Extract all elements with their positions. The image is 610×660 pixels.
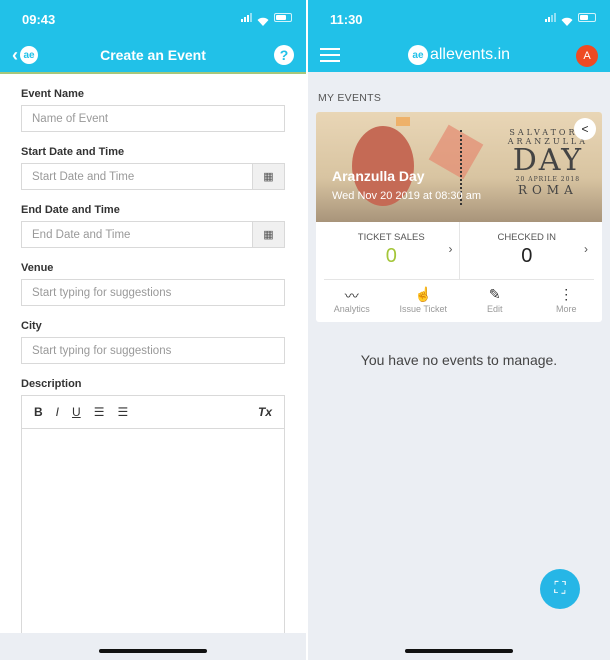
brand-name: allevents.in: [429, 46, 511, 63]
more-button[interactable]: ⋮ More: [531, 280, 603, 322]
event-card[interactable]: SALVATORE ARANZULLA DAY 20 APRILE 2018 R…: [316, 112, 602, 322]
avatar[interactable]: A: [576, 45, 598, 67]
start-date-input[interactable]: Start Date and Time ▦: [21, 163, 285, 190]
poster-line: ROMA: [517, 183, 578, 197]
stat-value: 0: [521, 245, 533, 267]
poster-line: 20 APRILE 2018: [515, 176, 581, 183]
event-actions: 〰 Analytics ☝ Issue Ticket ✎ Edit ⋮ More: [316, 280, 602, 322]
issue-ticket-icon: ☝: [414, 286, 432, 302]
stat-value: 0: [385, 245, 397, 267]
status-time: 09:43: [22, 12, 56, 27]
pencil-icon: ✎: [488, 286, 501, 302]
editor-toolbar: B I U ☰ ☰ Tx: [22, 396, 284, 429]
clear-format-button[interactable]: Tx: [258, 405, 272, 419]
start-date-placeholder: Start Date and Time: [32, 170, 135, 183]
home-indicator[interactable]: [405, 649, 513, 653]
start-date-label: Start Date and Time: [21, 146, 125, 158]
end-date-input[interactable]: End Date and Time ▦: [21, 221, 285, 248]
battery-icon: [274, 13, 292, 22]
calendar-icon[interactable]: ▦: [252, 164, 284, 189]
decor-shape: [396, 117, 410, 126]
chevron-right-icon: ›: [584, 242, 588, 256]
my-events-screen: 11:30 ae allevents.in A MY EVENTS SALVAT…: [308, 0, 610, 660]
venue-input[interactable]: Start typing for suggestions: [21, 279, 285, 306]
bold-button[interactable]: B: [34, 405, 43, 419]
wifi-icon: [257, 13, 269, 26]
event-poster: SALVATORE ARANZULLA DAY 20 APRILE 2018 R…: [508, 128, 588, 197]
city-label: City: [21, 320, 42, 332]
ticket-sales-stat[interactable]: TICKET SALES 0 ›: [324, 222, 459, 279]
app-bar: ae allevents.in A: [308, 38, 610, 72]
description-editor[interactable]: B I U ☰ ☰ Tx: [21, 395, 285, 655]
ordered-list-button[interactable]: ☰: [94, 405, 105, 419]
action-label: Edit: [486, 304, 503, 314]
action-label: More: [555, 304, 577, 314]
event-name-label: Event Name: [21, 88, 84, 100]
action-label: Analytics: [333, 304, 370, 314]
share-icon[interactable]: <: [574, 118, 596, 140]
scan-fab-button[interactable]: ⛶: [540, 569, 580, 609]
create-event-screen: 09:43 ‹ ae Create an Event ? Event Name …: [0, 0, 306, 660]
bullet-list-button[interactable]: ☰: [117, 405, 128, 419]
brand-logo: ae allevents.in: [308, 45, 610, 65]
poster-line: DAY: [512, 143, 584, 178]
end-date-label: End Date and Time: [21, 204, 120, 216]
more-vertical-icon: ⋮: [559, 286, 574, 302]
home-indicator[interactable]: [99, 649, 207, 653]
app-bar: ‹ ae Create an Event ?: [0, 38, 306, 74]
underline-button[interactable]: U: [72, 405, 81, 419]
action-label: Issue Ticket: [399, 304, 448, 314]
event-banner[interactable]: SALVATORE ARANZULLA DAY 20 APRILE 2018 R…: [316, 112, 602, 222]
event-date: Wed Nov 20 2019 at 08:30 am: [332, 190, 482, 202]
stat-label: CHECKED IN: [497, 232, 557, 243]
edit-button[interactable]: ✎ Edit: [459, 280, 531, 322]
status-bar: 11:30: [308, 0, 610, 38]
home-indicator-area: [0, 633, 306, 660]
city-input[interactable]: Start typing for suggestions: [21, 337, 285, 364]
calendar-icon[interactable]: ▦: [252, 222, 284, 247]
battery-icon: [578, 13, 596, 22]
event-form: Event Name Name of Event Start Date and …: [0, 74, 306, 655]
decor-shape: [428, 124, 484, 180]
analytics-button[interactable]: 〰 Analytics: [316, 280, 388, 322]
signal-icon: [545, 13, 556, 22]
analytics-icon: 〰: [344, 288, 359, 304]
chevron-right-icon: ›: [448, 242, 453, 256]
section-title: MY EVENTS: [318, 92, 382, 104]
help-button[interactable]: ?: [274, 45, 294, 65]
page-title: Create an Event: [100, 47, 206, 63]
italic-button[interactable]: I: [56, 405, 59, 419]
app-logo-icon: ae: [407, 45, 428, 65]
event-name-input[interactable]: Name of Event: [21, 105, 285, 132]
venue-label: Venue: [21, 262, 54, 274]
status-bar: 09:43: [0, 0, 306, 38]
event-stats: TICKET SALES 0 › CHECKED IN 0 ›: [324, 222, 594, 280]
event-name: Aranzulla Day: [332, 168, 425, 184]
stat-label: TICKET SALES: [357, 232, 425, 243]
wifi-icon: [561, 13, 573, 26]
issue-ticket-button[interactable]: ☝ Issue Ticket: [388, 280, 460, 322]
end-date-placeholder: End Date and Time: [32, 228, 131, 241]
status-time: 11:30: [330, 12, 363, 27]
description-label: Description: [21, 378, 82, 390]
empty-state-message: You have no events to manage.: [360, 352, 558, 368]
checked-in-stat[interactable]: CHECKED IN 0 ›: [458, 222, 595, 279]
signal-icon: [241, 13, 252, 22]
